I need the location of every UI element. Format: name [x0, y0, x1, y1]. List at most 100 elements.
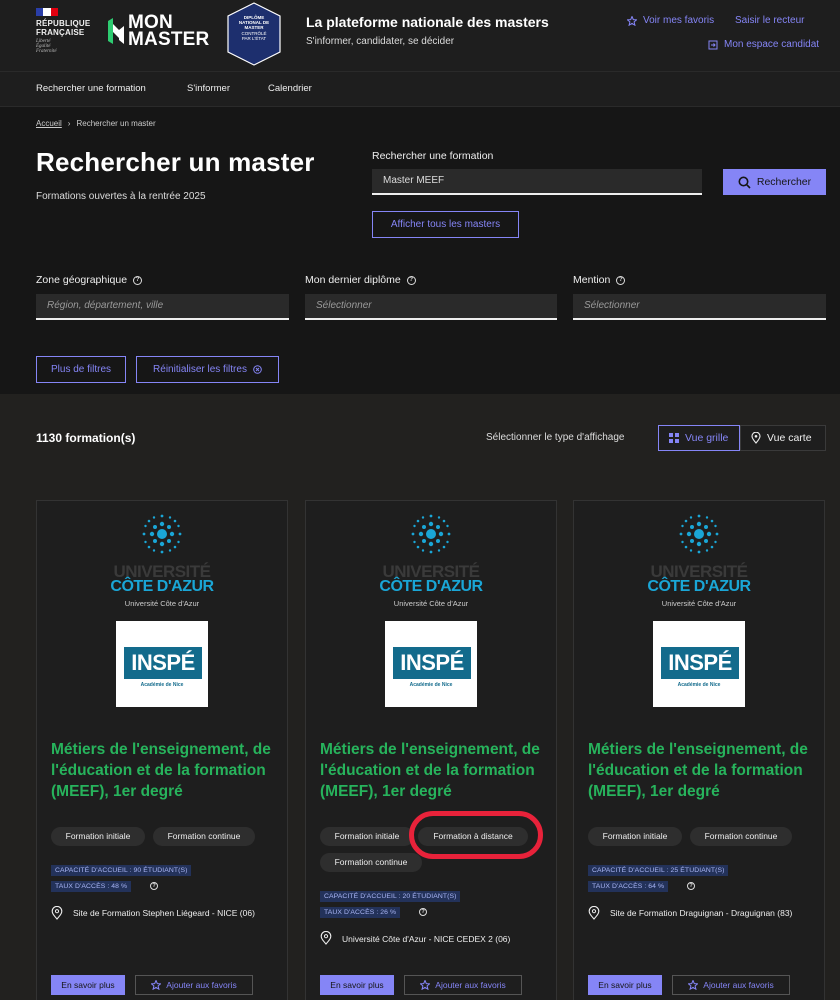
recteur-link[interactable]: Saisir le recteur — [735, 15, 804, 26]
star-icon — [688, 980, 699, 990]
universite-cote-azur-logo: UNIVERSITÉ CÔTE D'AZUR Université Côte d… — [306, 513, 556, 613]
universite-caption: Université Côte d'Azur — [393, 599, 469, 608]
view-grid-toggle[interactable]: Vue grille — [658, 425, 740, 451]
formation-location: Site de Formation Stephen Liégeard - NIC… — [73, 908, 255, 918]
formation-card[interactable]: UNIVERSITÉ CÔTE D'AZUR Université Côte d… — [305, 500, 557, 1000]
header-tagline: La plateforme nationale des masters S'in… — [306, 14, 549, 47]
inspe-logo-sub: Académie de Nice — [140, 682, 184, 688]
star-icon — [420, 980, 431, 990]
login-icon — [708, 40, 718, 49]
add-favorite-label: Ajouter aux favoris — [703, 980, 774, 990]
show-all-masters-button[interactable]: Afficher tous les masters — [372, 211, 519, 238]
badge-line5: PAR L'ÉTAT — [241, 35, 267, 41]
espace-candidat-label: Mon espace candidat — [724, 39, 820, 50]
formation-title[interactable]: Métiers de l'enseignement, de l'éducatio… — [320, 739, 546, 802]
filter-mention-label-text: Mention — [573, 274, 611, 286]
mon-master-logo[interactable]: MON MASTER — [108, 13, 210, 50]
mon-master-mark-icon — [108, 18, 124, 44]
republique-francaise-logo[interactable]: RÉPUBLIQUE FRANÇAISE Liberté Égalité Frater… — [36, 8, 98, 60]
formation-card[interactable]: UNIVERSITÉ CÔTE D'AZUR Université Côte d… — [36, 500, 288, 1000]
inspe-logo-text: INSPÉ — [400, 650, 464, 675]
brand-line2: MASTER — [128, 29, 210, 50]
add-favorite-label: Ajouter aux favoris — [435, 980, 506, 990]
espace-candidat-link[interactable]: Mon espace candidat — [708, 39, 819, 50]
en-savoir-plus-button[interactable]: En savoir plus — [320, 975, 394, 995]
inspe-logo-sub: Académie de Nice — [677, 682, 721, 688]
access-rate-badge: TAUX D'ACCÈS : 64 % — [588, 881, 669, 892]
view-grid-label: Vue grille — [685, 432, 729, 444]
search-section: Accueil › Rechercher un master Recherche… — [0, 107, 840, 394]
formation-card[interactable]: UNIVERSITÉ CÔTE D'AZUR Université Côte d… — [573, 500, 825, 1000]
highlight-annotation — [409, 811, 543, 859]
zone-geographique-input[interactable]: Région, département, ville — [36, 294, 289, 320]
help-icon[interactable]: ? — [133, 275, 143, 285]
add-favorite-button[interactable]: Ajouter aux favoris — [672, 975, 790, 995]
mention-select[interactable]: Sélectionner — [573, 294, 826, 320]
formation-title[interactable]: Métiers de l'enseignement, de l'éducatio… — [588, 739, 814, 802]
universite-cote-azur-logo: UNIVERSITÉ CÔTE D'AZUR Université Côte d… — [37, 513, 287, 613]
help-icon[interactable]: ? — [150, 882, 158, 890]
universite-cote-azur-logo: UNIVERSITÉ CÔTE D'AZUR Université Côte d… — [574, 513, 824, 613]
universite-ghost-text: UNIVERSITÉ — [650, 562, 748, 581]
universite-dots-icon — [679, 514, 719, 554]
help-icon[interactable]: ? — [616, 275, 626, 285]
access-rate-badge: TAUX D'ACCÈS : 48 % — [51, 881, 132, 892]
help-icon[interactable]: ? — [687, 882, 695, 890]
reset-filters-label: Réinitialiser les filtres — [153, 364, 247, 375]
inspe-logo: INSPÉ Académie de Nice — [385, 621, 477, 707]
universite-name: CÔTE D'AZUR — [379, 578, 483, 595]
map-pin-icon — [751, 432, 761, 444]
help-icon[interactable]: ? — [406, 275, 416, 285]
french-flag-icon — [36, 8, 58, 16]
add-favorite-button[interactable]: Ajouter aux favoris — [135, 975, 253, 995]
grid-icon — [669, 433, 679, 443]
formation-search-label: Rechercher une formation — [372, 150, 494, 162]
dernier-diplome-select[interactable]: Sélectionner — [305, 294, 557, 320]
formation-search-input[interactable]: Master MEEF — [372, 169, 702, 195]
nav-item-rechercher[interactable]: Rechercher une formation — [36, 83, 146, 94]
formation-title[interactable]: Métiers de l'enseignement, de l'éducatio… — [51, 739, 277, 802]
add-favorite-label: Ajouter aux favoris — [166, 980, 237, 990]
search-button[interactable]: Rechercher — [723, 169, 826, 195]
recteur-link-label: Saisir le recteur — [735, 15, 805, 26]
universite-caption: Université Côte d'Azur — [124, 599, 200, 608]
en-savoir-plus-label: En savoir plus — [598, 980, 652, 990]
access-rate-badge: TAUX D'ACCÈS : 26 % — [320, 907, 401, 918]
nav-item-sinformer[interactable]: S'informer — [187, 83, 230, 94]
more-filters-button[interactable]: Plus de filtres — [36, 356, 126, 383]
universite-ghost-text: UNIVERSITÉ — [382, 562, 480, 581]
inspe-logo-sub: Académie de Nice — [409, 682, 453, 688]
filter-zone-label: Zone géographique ? — [36, 274, 143, 286]
page-subtitle: Formations ouvertes à la rentrée 2025 — [36, 191, 206, 202]
reset-filters-button[interactable]: Réinitialiser les filtres — [136, 356, 279, 383]
universite-dots-icon — [142, 514, 182, 554]
capacity-badge: CAPACITÉ D'ACCUEIL : 25 ÉTUDIANT(S) — [588, 865, 729, 876]
favoris-link[interactable]: Voir mes favoris — [627, 15, 714, 26]
site-subtitle: S'informer, candidater, se décider — [306, 36, 455, 47]
main-nav: Rechercher une formation S'informer Cale… — [0, 72, 840, 107]
inspe-logo: INSPÉ Académie de Nice — [653, 621, 745, 707]
diplome-national-badge: DIPLÔME NATIONAL DE MASTER CONTRÔLÉ PAR … — [223, 2, 285, 66]
tag-formation-continue: Formation continue — [690, 827, 792, 846]
capacity-badge: CAPACITÉ D'ACCUEIL : 90 ÉTUDIANT(S) — [51, 865, 192, 876]
formation-location: Université Côte d'Azur - NICE CEDEX 2 (0… — [342, 934, 511, 944]
view-map-toggle[interactable]: Vue carte — [740, 425, 826, 451]
nav-item-calendrier[interactable]: Calendrier — [268, 83, 312, 94]
tag-formation-continue: Formation continue — [153, 827, 255, 846]
en-savoir-plus-button[interactable]: En savoir plus — [51, 975, 125, 995]
close-circle-icon — [253, 365, 262, 374]
filter-diplome-label-text: Mon dernier diplôme — [305, 274, 401, 286]
inspe-logo-text: INSPÉ — [668, 650, 732, 675]
site-title: La plateforme nationale des masters — [306, 14, 549, 30]
breadcrumb: Accueil › Rechercher un master — [36, 119, 156, 128]
view-map-label: Vue carte — [767, 432, 812, 444]
universite-ghost-text: UNIVERSITÉ — [113, 562, 211, 581]
page-title: Rechercher un master — [36, 147, 315, 177]
rf-line1: RÉPUBLIQUE — [36, 19, 91, 28]
breadcrumb-home[interactable]: Accueil — [36, 119, 62, 128]
tag-formation-initiale: Formation initiale — [588, 827, 682, 846]
help-icon[interactable]: ? — [419, 908, 427, 916]
en-savoir-plus-label: En savoir plus — [61, 980, 115, 990]
en-savoir-plus-button[interactable]: En savoir plus — [588, 975, 662, 995]
add-favorite-button[interactable]: Ajouter aux favoris — [404, 975, 522, 995]
